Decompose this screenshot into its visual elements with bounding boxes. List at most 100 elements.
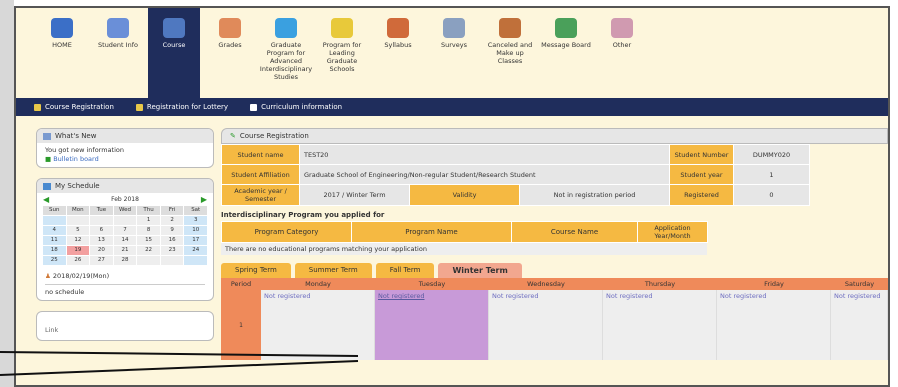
nav-item[interactable]: Syllabus — [372, 8, 424, 98]
calendar-day[interactable]: 16 — [160, 236, 184, 245]
calendar-day[interactable]: 17 — [184, 236, 207, 245]
calendar-day[interactable]: 21 — [113, 246, 137, 255]
calendar-day[interactable]: 18 — [43, 246, 66, 255]
nav-item[interactable]: Course — [148, 8, 200, 98]
tab-spring-term[interactable]: Spring Term — [221, 263, 291, 278]
calendar-day[interactable]: 13 — [90, 236, 113, 245]
day-header: Tuesday — [418, 280, 446, 288]
syllabus-icon — [387, 18, 409, 38]
calendar-day[interactable]: 9 — [160, 226, 184, 235]
nav-item[interactable]: Grades — [204, 8, 256, 98]
info-icon — [250, 103, 258, 111]
period-header: Period — [230, 280, 252, 288]
timetable-cell[interactable]: Not registered — [261, 290, 375, 360]
bulletin-board-link[interactable]: ■ Bulletin board — [45, 155, 205, 164]
calendar-day[interactable]: 6 — [90, 226, 113, 235]
extra-box: Link — [36, 311, 214, 341]
program-category-header: Program Category — [221, 221, 352, 243]
subnav-lottery[interactable]: Registration for Lottery — [135, 103, 228, 111]
calendar-day[interactable]: 28 — [113, 256, 137, 265]
student-info-table: Student name TEST20 Student Number DUMMY… — [221, 144, 810, 206]
other-icon — [611, 18, 633, 38]
course-subnav: Course Registration Registration for Lot… — [16, 98, 888, 116]
calendar-day[interactable]: 8 — [137, 226, 160, 235]
schedule-date: 2018/02/19(Mon) — [52, 272, 110, 280]
calendar-month: Feb 2018 — [111, 196, 139, 203]
nav-item[interactable]: Other — [596, 8, 648, 98]
validity-label: Validity — [409, 184, 520, 206]
calendar-day — [66, 216, 90, 225]
calendar-day[interactable]: 23 — [160, 246, 184, 255]
graduate-program-icon — [275, 18, 297, 38]
timetable-row: 1 Not registered Not registered Not regi… — [221, 290, 888, 360]
calendar-day[interactable]: 3 — [184, 216, 207, 225]
calendar-day[interactable]: 19 — [66, 246, 90, 255]
my-schedule-header: My Schedule — [37, 179, 213, 193]
calendar-day[interactable]: 11 — [43, 236, 66, 245]
calendar-day[interactable]: 7 — [113, 226, 137, 235]
main-content: ✎ Course Registration Student name TEST20… — [221, 128, 888, 360]
timetable-header: Period Monday Tuesday Wednesday Thursday… — [221, 278, 888, 290]
calendar-day[interactable]: 20 — [90, 246, 113, 255]
calendar-day[interactable]: 12 — [66, 236, 90, 245]
tab-fall-term[interactable]: Fall Term — [375, 263, 435, 278]
nav-item[interactable]: Program for Leading Graduate Schools — [316, 8, 368, 98]
weekday-label: Mon — [66, 206, 90, 215]
subnav-course-registration[interactable]: Course Registration — [34, 103, 114, 111]
message-board-icon — [555, 18, 577, 38]
timetable-cell[interactable]: Not registered — [717, 290, 831, 360]
subnav-curriculum[interactable]: Curriculum information — [250, 103, 342, 111]
calendar-day[interactable]: 22 — [137, 246, 160, 255]
nav-item[interactable]: HOME — [36, 8, 88, 98]
student-number-value: DUMMY020 — [733, 144, 810, 165]
calendar-day[interactable]: 15 — [137, 236, 160, 245]
timetable-cell[interactable]: Not registered — [831, 290, 888, 360]
calendar-day[interactable]: 10 — [184, 226, 207, 235]
pencil-icon: ✎ — [230, 132, 236, 140]
student-year-label: Student year — [669, 164, 734, 185]
my-schedule-title: My Schedule — [55, 182, 100, 190]
prev-month-icon[interactable]: ◀ — [43, 195, 49, 204]
nav-item-label: Canceled and Make up Classes — [487, 41, 533, 65]
whats-new-box: What's New You got new information ■ Bul… — [36, 128, 214, 168]
calendar-day[interactable]: 14 — [113, 236, 137, 245]
calendar-day[interactable]: 4 — [43, 226, 66, 235]
program-table: Program Category Program Name Course Nam… — [221, 221, 708, 243]
timetable-cell-selected[interactable]: Not registered — [375, 290, 489, 360]
nav-item-label: Graduate Program for Advanced Interdisci… — [259, 41, 313, 81]
nav-item-label: Syllabus — [384, 41, 412, 49]
calendar-day[interactable]: 26 — [66, 256, 90, 265]
calendar-header: ◀ Feb 2018 ▶ — [43, 195, 207, 204]
whats-new-text: You got new information — [45, 146, 125, 154]
nav-item[interactable]: Message Board — [540, 8, 592, 98]
nav-item[interactable]: Student Info — [92, 8, 144, 98]
student-year-value: 1 — [733, 164, 810, 185]
calendar-day[interactable]: 24 — [184, 246, 207, 255]
nav-item-label: Message Board — [541, 41, 591, 49]
timetable-cell[interactable]: Not registered — [603, 290, 717, 360]
calendar-day[interactable]: 5 — [66, 226, 90, 235]
extra-link[interactable]: Link — [37, 312, 213, 338]
academic-year-value: 2017 / Winter Term — [299, 184, 410, 206]
tab-winter-term[interactable]: Winter Term — [438, 263, 522, 278]
student-info-icon — [107, 18, 129, 38]
nav-item[interactable]: Surveys — [428, 8, 480, 98]
calendar-day — [113, 216, 137, 225]
nav-item[interactable]: Graduate Program for Advanced Interdisci… — [260, 8, 312, 98]
timetable-cell[interactable]: Not registered — [489, 290, 603, 360]
tab-summer-term[interactable]: Summer Term — [294, 263, 372, 278]
calendar-day[interactable]: 25 — [43, 256, 66, 265]
calendar-day[interactable]: 27 — [90, 256, 113, 265]
news-icon — [43, 132, 51, 140]
calendar-day[interactable]: 1 — [137, 216, 160, 225]
schedule-date-entry[interactable]: ♟ 2018/02/19(Mon) — [45, 272, 205, 281]
sidebar: What's New You got new information ■ Bul… — [36, 128, 214, 351]
student-name-label: Student name — [221, 144, 300, 165]
next-month-icon[interactable]: ▶ — [201, 195, 207, 204]
period-number: 1 — [221, 290, 261, 360]
calendar-day[interactable]: 2 — [160, 216, 184, 225]
nav-item[interactable]: Canceled and Make up Classes — [484, 8, 536, 98]
left-margin — [0, 0, 14, 387]
course-registration-title: Course Registration — [239, 132, 309, 140]
nav-item-label: HOME — [52, 41, 72, 49]
